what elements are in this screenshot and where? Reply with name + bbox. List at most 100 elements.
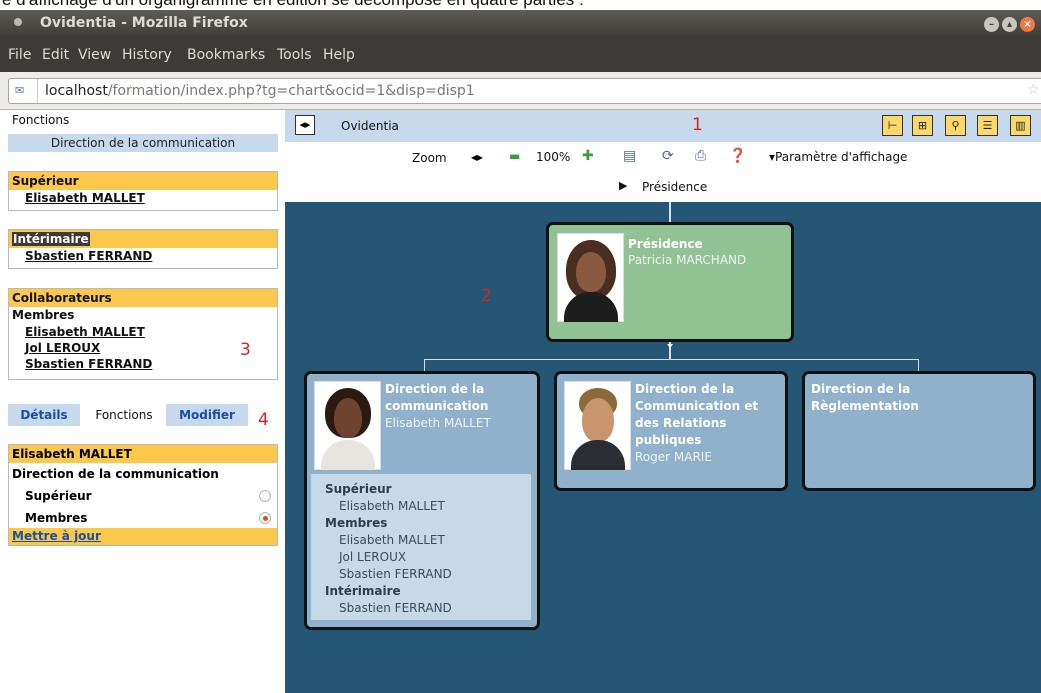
navigation-toolbar: ✉ localhost/formation/index.php?tg=chart… [0,72,1041,110]
zoom-out-icon[interactable]: ▬ [509,149,520,163]
interim-name-link[interactable]: Sbastien FERRAND [9,248,277,265]
superior-header: Supérieur [9,172,277,190]
callout-2: 2 [481,286,492,306]
maximize-icon[interactable]: ▴ [1002,17,1017,32]
node-title-line: Communication et [635,399,759,413]
role-superior-radio[interactable] [259,490,271,502]
zoom-label: Zoom [412,151,447,165]
zoom-toolbar: Zoom ◂▸ ▬ 100% ✚ ▤ ⟳ ⎙ ❓ ▾Paramètre d'af… [285,142,1041,202]
breadcrumb[interactable]: Présidence [642,180,707,194]
sidebar: Fonctions Direction de la communication … [0,110,285,693]
node-person: Patricia MARCHAND [628,253,747,267]
toggle-sidebar-icon[interactable]: ◂▸ [295,115,315,135]
screenshot-root: e d'affichage d'un organigramme en éditi… [0,0,1041,693]
details-interim-label: Intérimaire [325,584,401,598]
window-title: Ovidentia - Mozilla Firefox [40,15,248,31]
org-node-top[interactable]: Présidence Patricia MARCHAND [546,222,794,342]
menu-help[interactable]: Help [323,47,355,63]
node-title-line: Direction de la [635,382,735,396]
connector-line [669,202,671,222]
role-members-radio[interactable] [259,512,271,524]
node-details-panel: Supérieur Elisabeth MALLET Membres Elisa… [311,474,531,620]
org-view-icon[interactable]: ⊞ [912,115,933,136]
org-node-regulation[interactable]: Direction de la Règlementation [802,371,1036,491]
node-person: Elisabeth MALLET [385,416,491,430]
superior-box: Supérieur Elisabeth MALLET [8,171,278,211]
details-member: Elisabeth MALLET [339,533,445,547]
edit-function-label: Direction de la communication [12,467,219,481]
menu-history[interactable]: History [122,47,172,63]
main-header: ◂▸ Ovidentia 1 ⊢ ⊞ ⚲ ☰ ▥ [285,110,1041,142]
person-photo [557,233,624,322]
details-members-label: Membres [325,516,388,530]
role-superior-label: Supérieur [25,489,92,503]
print-icon[interactable]: ⎙ [695,148,706,164]
zoom-level: 100% [536,150,571,164]
menu-edit[interactable]: Edit [42,47,69,63]
display-params-dropdown[interactable]: ▾Paramètre d'affichage [769,150,907,164]
node-title-line: publiques [635,433,702,447]
minimize-icon[interactable]: – [984,17,999,32]
photo-body [571,440,625,470]
window-menu-icon[interactable] [14,18,22,26]
menu-view[interactable]: View [78,47,111,63]
node-person: Roger MARIE [635,450,712,464]
user-list-icon[interactable]: ☰ [977,115,998,136]
fit-width-icon[interactable]: ◂▸ [471,150,483,164]
menu-tools[interactable]: Tools [277,47,312,63]
book-icon[interactable]: ▥ [1010,115,1031,136]
photo-face [582,398,614,442]
edit-panel: Elisabeth MALLET Direction de la communi… [8,444,278,546]
node-title-line: Direction de la [385,382,485,396]
interim-header: Intérimaire [9,230,277,248]
photo-body [321,440,375,470]
details-member: Sbastien FERRAND [339,567,452,581]
tab-functions[interactable]: Fonctions [84,404,164,426]
callout-4: 4 [258,410,269,430]
details-superior-label: Supérieur [325,482,392,496]
edit-person-header: Elisabeth MALLET [9,445,277,463]
menu-file[interactable]: File [8,47,31,63]
interim-header-text: Intérimaire [12,232,90,246]
tab-modify[interactable]: Modifier [166,404,248,426]
bookmark-star-icon[interactable]: ☆ [1027,82,1040,98]
node-title-line: des Relations [635,416,727,430]
window-titlebar: Ovidentia - Mozilla Firefox – ▴ × [0,10,1041,38]
org-node-public-relations[interactable]: Direction de la Communication et des Rel… [554,371,788,491]
role-superior-row[interactable]: Supérieur [9,485,277,507]
current-function: Direction de la communication [8,134,278,152]
members-label: Membres [12,308,75,322]
help-icon[interactable]: ❓ [729,148,746,164]
callout-1: 1 [692,115,703,135]
connector-line [918,359,919,371]
collaborators-header: Collaborateurs [9,289,277,307]
close-icon[interactable]: × [1020,17,1035,32]
main-title: Ovidentia [341,119,399,133]
sidebar-title: Fonctions [12,113,70,127]
update-link[interactable]: Mettre à jour [9,528,277,545]
url-text: localhost/formation/index.php?tg=chart&o… [45,83,475,99]
tab-details[interactable]: Détails [8,404,80,426]
member-link[interactable]: Jol LEROUX [9,340,277,356]
expand-arrow-icon[interactable] [667,344,673,348]
member-link[interactable]: Elisabeth MALLET [9,324,277,340]
menu-bookmarks[interactable]: Bookmarks [187,47,265,63]
tree-view-icon[interactable]: ⊢ [882,115,903,136]
sidebar-tabs: Détails Fonctions Modifier [8,404,278,426]
save-icon[interactable]: ▤ [623,148,636,164]
role-members-row[interactable]: Membres [9,507,277,529]
refresh-icon[interactable]: ⟳ [662,148,674,164]
url-field[interactable]: ✉ localhost/formation/index.php?tg=chart… [8,78,1041,104]
person-photo [564,381,631,470]
connector-line [425,359,919,360]
zoom-in-icon[interactable]: ✚ [582,148,594,164]
search-icon[interactable]: ⚲ [945,115,966,136]
photo-face [576,252,606,292]
member-link[interactable]: Sbastien FERRAND [9,356,277,372]
node-title: Présidence [628,237,703,251]
superior-name-link[interactable]: Elisabeth MALLET [9,190,277,207]
document-caption: e d'affichage d'un organigramme en éditi… [0,0,1041,10]
breadcrumb-arrow-icon: ▶ [619,179,628,192]
menu-bar: File Edit View History Bookmarks Tools H… [0,38,1041,72]
site-favicon-icon: ✉ [15,84,25,97]
